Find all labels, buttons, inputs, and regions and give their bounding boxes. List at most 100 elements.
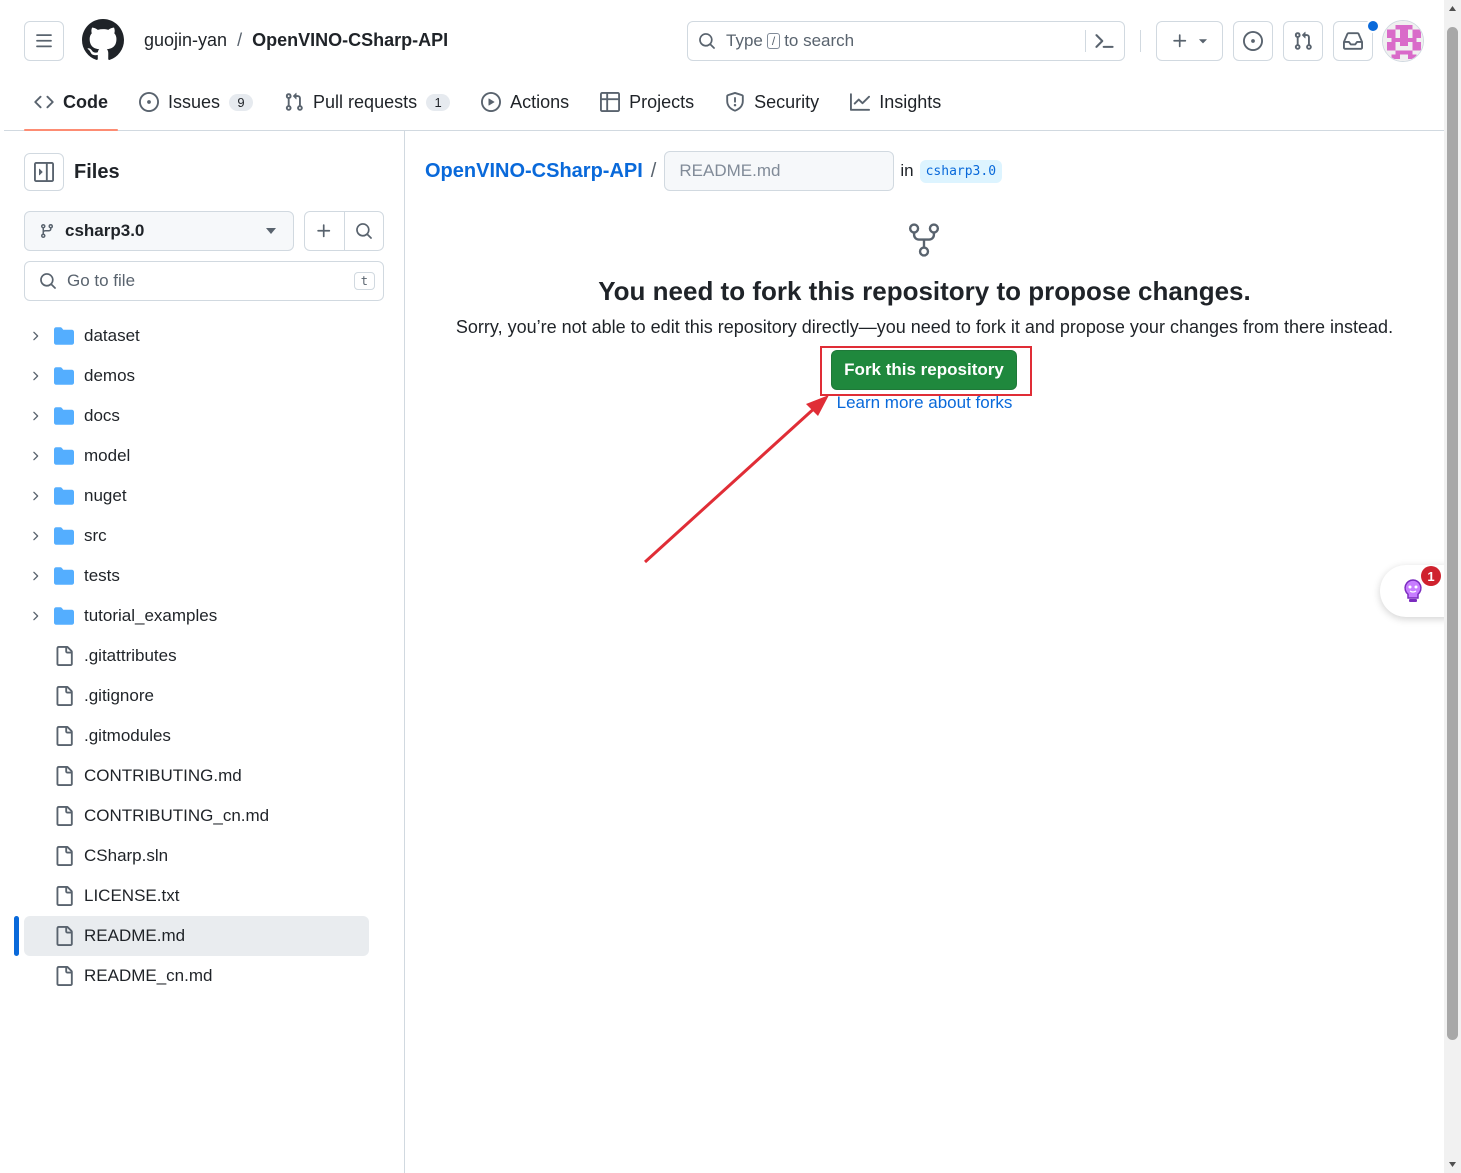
go-to-file-input[interactable]: Go to file t [24, 261, 384, 301]
tree-item-label: CONTRIBUTING_cn.md [84, 806, 270, 825]
folder-icon [54, 326, 74, 346]
play-icon [481, 92, 502, 112]
chevron-right-icon[interactable] [28, 409, 42, 423]
collapse-sidebar-button[interactable] [24, 153, 64, 191]
tree-file-item[interactable]: CONTRIBUTING.md [24, 756, 369, 796]
shield-icon [725, 92, 745, 112]
search-icon [355, 222, 373, 240]
chevron-right-icon[interactable] [28, 569, 42, 583]
tree-item-label: tutorial_examples [84, 606, 218, 625]
tab-code-label: Code [63, 91, 108, 112]
folder-icon [54, 486, 74, 506]
tree-item-label: LICENSE.txt [84, 886, 180, 905]
chevron-right-icon[interactable] [28, 529, 42, 543]
tab-actions-label: Actions [510, 91, 570, 112]
scrollbar-thumb[interactable] [1447, 27, 1458, 1040]
tree-item-label: README_cn.md [84, 966, 213, 985]
file-icon [54, 686, 74, 706]
chevron-right-icon[interactable] [28, 369, 42, 383]
issue-icon [139, 92, 159, 112]
tab-pull-requests[interactable]: Pull requests 1 [274, 82, 460, 122]
tab-insights[interactable]: Insights [840, 82, 951, 122]
folder-icon [54, 446, 74, 466]
chevron-right-icon[interactable] [28, 489, 42, 503]
edit-path-row: OpenVINO-CSharp-API / README.md in cshar… [425, 151, 1003, 191]
repo-forked-icon [905, 221, 943, 259]
your-pull-requests-button[interactable] [1283, 21, 1323, 61]
tree-file-item[interactable]: CSharp.sln [24, 836, 369, 876]
tree-file-item[interactable]: .gitattributes [24, 636, 369, 676]
tab-issues[interactable]: Issues 9 [129, 82, 263, 122]
tree-folder-item[interactable]: tutorial_examples [24, 596, 369, 636]
chevron-right-icon[interactable] [28, 329, 42, 343]
repo-nav-tabs: Code Issues 9 Pull requests 1 Actions Pr… [24, 82, 962, 131]
tree-item-label: nuget [84, 486, 127, 505]
add-file-button[interactable] [305, 212, 344, 250]
filename-input[interactable]: README.md [664, 151, 895, 191]
branch-selector[interactable]: csharp3.0 [24, 211, 294, 251]
search-files-button[interactable] [343, 212, 384, 250]
scroll-down-arrow-icon[interactable] [1444, 1156, 1461, 1173]
page: guojin-yan / OpenVINO-CSharp-API Type / … [4, 0, 1444, 1173]
tree-file-item[interactable]: .gitignore [24, 676, 369, 716]
tree-file-item[interactable]: LICENSE.txt [24, 876, 369, 916]
tree-item-label: .gitattributes [84, 646, 177, 665]
path-repo-link[interactable]: OpenVINO-CSharp-API [425, 160, 643, 183]
file-icon [54, 726, 74, 746]
your-issues-button[interactable] [1233, 21, 1273, 61]
tree-folder-item[interactable]: docs [24, 396, 369, 436]
search-input[interactable]: Type / to search [687, 21, 1125, 61]
file-icon [54, 646, 74, 666]
tab-issues-label: Issues [168, 91, 221, 112]
repo-link[interactable]: OpenVINO-CSharp-API [252, 30, 448, 51]
tab-actions[interactable]: Actions [471, 82, 579, 122]
go-to-file-placeholder: Go to file [67, 271, 136, 290]
breadcrumb: guojin-yan / OpenVINO-CSharp-API [144, 30, 448, 51]
branch-chip: csharp3.0 [919, 159, 1003, 183]
plus-icon [1171, 32, 1189, 50]
table-icon [600, 92, 621, 112]
tree-folder-item[interactable]: src [24, 516, 369, 556]
search-icon [39, 272, 57, 290]
chevron-right-icon[interactable] [28, 609, 42, 623]
caret-down-icon [1197, 35, 1209, 47]
tree-folder-item[interactable]: tests [24, 556, 369, 596]
tree-item-label: docs [84, 406, 120, 425]
inbox-icon [1343, 31, 1363, 51]
path-separator: / [650, 159, 657, 182]
tree-file-item[interactable]: README_cn.md [24, 956, 369, 996]
scroll-up-arrow-icon[interactable] [1444, 0, 1461, 17]
learn-more-forks-text[interactable]: Learn more about forks [837, 393, 1013, 412]
github-logo-icon[interactable] [82, 19, 124, 61]
search-placeholder: Type / to search [726, 31, 854, 51]
avatar[interactable] [1382, 20, 1424, 62]
plus-icon [315, 222, 333, 240]
tree-file-item[interactable]: README.md [24, 916, 369, 956]
fork-repository-button[interactable]: Fork this repository [831, 350, 1017, 390]
tree-item-label: README.md [84, 926, 186, 945]
tree-file-item[interactable]: .gitmodules [24, 716, 369, 756]
search-prefix: Type [726, 31, 763, 50]
tree-file-item[interactable]: CONTRIBUTING_cn.md [24, 796, 369, 836]
chevron-right-icon[interactable] [28, 449, 42, 463]
tab-code[interactable]: Code [24, 82, 118, 131]
tree-item-label: .gitmodules [84, 726, 171, 745]
create-new-button[interactable] [1156, 21, 1223, 61]
in-label: in [900, 161, 914, 180]
tab-security[interactable]: Security [715, 82, 829, 122]
tree-folder-item[interactable]: demos [24, 356, 369, 396]
tree-folder-item[interactable]: nuget [24, 476, 369, 516]
tree-folder-item[interactable]: model [24, 436, 369, 476]
file-tree-sidebar: Files csharp3.0 Go to file t dataset dem… [4, 131, 405, 1173]
folder-icon [54, 566, 74, 586]
tree-folder-item[interactable]: dataset [24, 316, 369, 356]
tab-insights-label: Insights [879, 91, 942, 112]
menu-button[interactable] [24, 21, 64, 61]
hamburger-icon [35, 32, 53, 50]
tree-item-label: model [84, 446, 131, 465]
tree-item-label: CSharp.sln [84, 846, 169, 865]
owner-link[interactable]: guojin-yan [144, 30, 227, 51]
files-heading: Files [74, 161, 120, 183]
command-palette-icon[interactable] [1093, 30, 1115, 52]
tab-projects[interactable]: Projects [590, 82, 704, 122]
